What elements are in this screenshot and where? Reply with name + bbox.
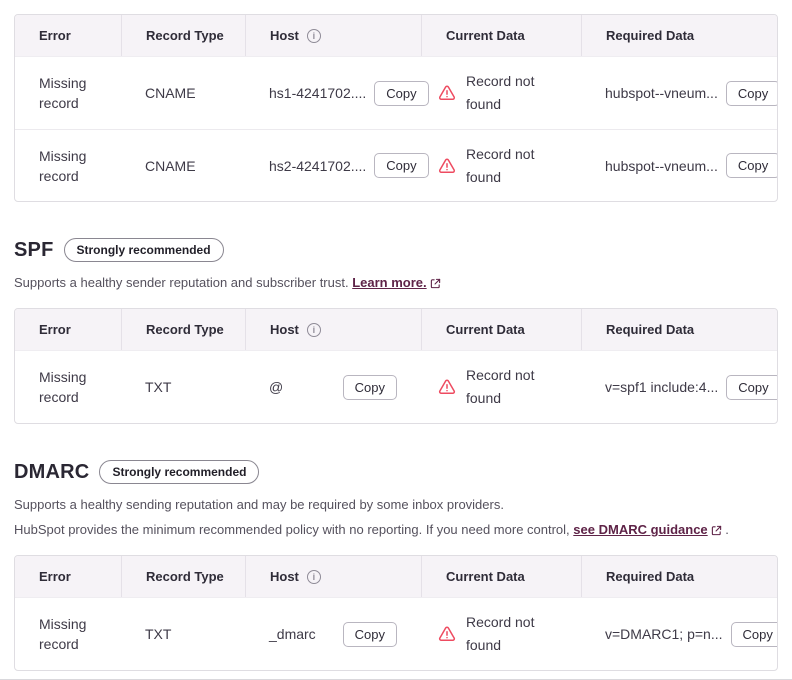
current-data-value: Record not found [466,611,562,657]
copy-host-button[interactable]: Copy [343,622,397,647]
required-data-cell: hubspot--vneum... Copy [581,153,778,178]
external-link-icon [430,276,441,294]
required-data-cell: hubspot--vneum... Copy [581,81,778,106]
copy-required-button[interactable]: Copy [726,375,778,400]
warning-icon [438,84,456,102]
current-data-value: Record not found [466,70,562,116]
external-link-icon [711,523,722,541]
dmarc-title: DMARC [14,461,89,484]
column-header-host: Host i [245,556,421,597]
current-data-cell: Record not found [421,70,581,116]
table-row: Missing record CNAME hs1-4241702.... Cop… [15,57,777,129]
dmarc-section-header: DMARC Strongly recommended [14,460,778,484]
current-data-value: Record not found [466,143,562,189]
spf-description: Supports a healthy sender reputation and… [14,274,778,294]
column-header-current-data: Current Data [421,556,581,597]
spf-title: SPF [14,239,54,262]
copy-required-button[interactable]: Copy [726,153,778,178]
column-header-host-label: Host [270,28,299,43]
required-data-value: hubspot--vneum... [605,85,718,101]
info-icon[interactable]: i [307,570,321,584]
required-data-cell: v=DMARC1; p=n... Copy [581,622,778,647]
dmarc-description-2: HubSpot provides the minimum recommended… [14,521,778,541]
host-cell: hs2-4241702.... Copy [245,153,421,178]
column-header-required-data: Required Data [581,556,777,597]
warning-icon [438,157,456,175]
dmarc-description-1: Supports a healthy sending reputation an… [14,496,778,514]
warning-icon [438,378,456,396]
column-header-host: Host i [245,15,421,56]
record-type-cell: TXT [121,379,245,395]
strongly-recommended-badge: Strongly recommended [99,460,259,484]
column-header-required-data: Required Data [581,15,777,56]
current-data-cell: Record not found [421,143,581,189]
table-row: Missing record TXT _dmarc Copy Record no… [15,598,777,670]
table-body: Missing record TXT _dmarc Copy Record no… [15,597,777,670]
copy-required-button[interactable]: Copy [726,81,778,106]
required-data-value: v=DMARC1; p=n... [605,626,723,642]
spf-section-header: SPF Strongly recommended [14,238,778,262]
column-header-required-data: Required Data [581,309,777,350]
host-cell: _dmarc Copy [245,622,421,647]
table-header-row: Error Record Type Host i Current Data Re… [15,15,777,56]
required-data-cell: v=spf1 include:4... Copy [581,375,778,400]
column-header-record-type: Record Type [121,15,245,56]
record-type-cell: CNAME [121,85,245,101]
strongly-recommended-badge: Strongly recommended [64,238,224,262]
column-header-error: Error [15,556,121,597]
learn-more-link[interactable]: Learn more. [352,275,426,290]
error-cell: Missing record [15,73,121,113]
required-data-value: v=spf1 include:4... [605,379,718,395]
column-header-error: Error [15,15,121,56]
column-header-error: Error [15,309,121,350]
table-row: Missing record CNAME hs2-4241702.... Cop… [15,129,777,201]
column-header-record-type: Record Type [121,309,245,350]
warning-icon [438,625,456,643]
column-header-current-data: Current Data [421,309,581,350]
copy-required-button[interactable]: Copy [731,622,779,647]
error-cell: Missing record [15,614,121,654]
host-cell: hs1-4241702.... Copy [245,81,421,106]
table-body: Missing record CNAME hs1-4241702.... Cop… [15,56,777,201]
info-icon[interactable]: i [307,29,321,43]
info-icon[interactable]: i [307,323,321,337]
column-header-host-label: Host [270,569,299,584]
table-row: Missing record TXT @ Copy Record not fou… [15,351,777,423]
dmarc-records-table: Error Record Type Host i Current Data Re… [14,555,778,671]
current-data-value: Record not found [466,364,562,410]
column-header-host-label: Host [270,322,299,337]
record-type-cell: TXT [121,626,245,642]
spf-records-table: Error Record Type Host i Current Data Re… [14,308,778,424]
dns-setup-page: Error Record Type Host i Current Data Re… [0,0,792,680]
current-data-cell: Record not found [421,611,581,657]
required-data-value: hubspot--vneum... [605,158,718,174]
column-header-host: Host i [245,309,421,350]
host-value: hs2-4241702.... [269,158,366,174]
table-header-row: Error Record Type Host i Current Data Re… [15,556,777,597]
error-cell: Missing record [15,146,121,186]
table-header-row: Error Record Type Host i Current Data Re… [15,309,777,350]
cname-records-table: Error Record Type Host i Current Data Re… [14,14,778,202]
host-cell: @ Copy [245,375,421,400]
current-data-cell: Record not found [421,364,581,410]
column-header-current-data: Current Data [421,15,581,56]
column-header-record-type: Record Type [121,556,245,597]
host-value: _dmarc [269,626,316,642]
dmarc-guidance-link[interactable]: see DMARC guidance [573,522,707,537]
table-body: Missing record TXT @ Copy Record not fou… [15,350,777,423]
record-type-cell: CNAME [121,158,245,174]
copy-host-button[interactable]: Copy [343,375,397,400]
host-value: @ [269,379,283,395]
host-value: hs1-4241702.... [269,85,366,101]
error-cell: Missing record [15,367,121,407]
